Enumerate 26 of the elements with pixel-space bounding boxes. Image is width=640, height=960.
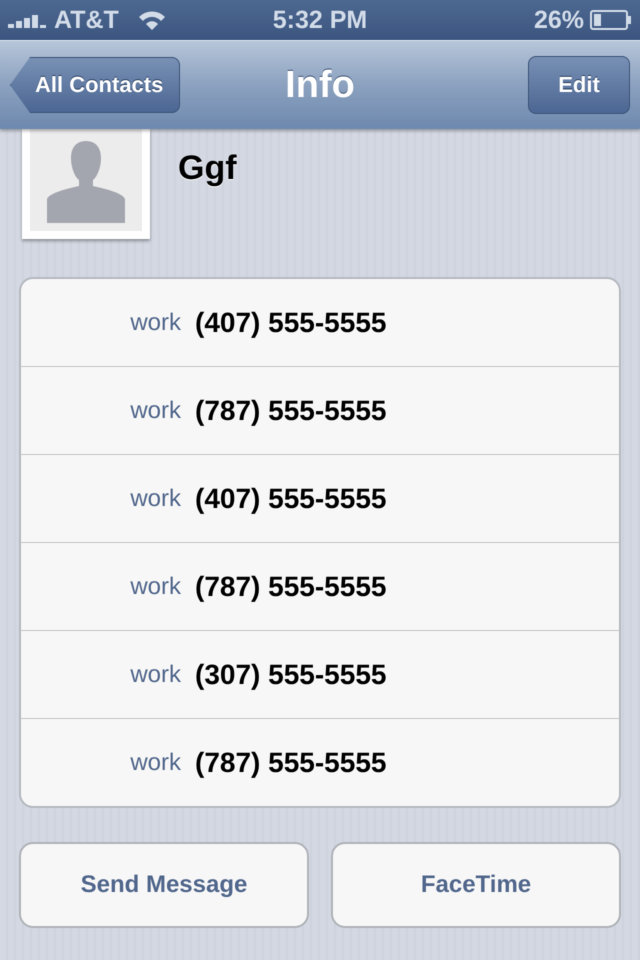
battery-percentage: 26% [534,6,584,34]
phone-label: work [129,484,182,512]
phone-number[interactable]: (787) 555-5555 [195,570,386,602]
battery-icon [590,10,632,30]
action-button[interactable]: Send Message [19,842,309,928]
wifi-icon [136,9,167,31]
carrier-name: AT&T [54,6,119,34]
phone-number[interactable]: (407) 555-5555 [195,482,386,514]
phone-number[interactable]: (787) 555-5555 [195,746,386,778]
contact-photo[interactable] [22,129,150,239]
phone-number[interactable]: (307) 555-5555 [195,658,386,690]
contact-name: Ggf [178,149,237,189]
phone-label: work [129,308,182,336]
signal-icon [8,12,46,28]
nav-title: Info [285,64,355,106]
phone-label: work [129,572,182,600]
phone-number[interactable]: (787) 555-5555 [195,394,386,426]
phone-number[interactable]: (407) 555-5555 [195,306,386,338]
action-button[interactable]: FaceTime [331,842,621,928]
back-button[interactable]: All Contacts [10,57,180,113]
edit-button[interactable]: Edit [528,56,630,114]
phone-label: work [129,660,182,688]
phone-label: work [129,748,182,776]
status-time: 5:32 PM [272,6,368,34]
phone-label: work [129,396,182,424]
person-silhouette-icon [47,141,125,223]
